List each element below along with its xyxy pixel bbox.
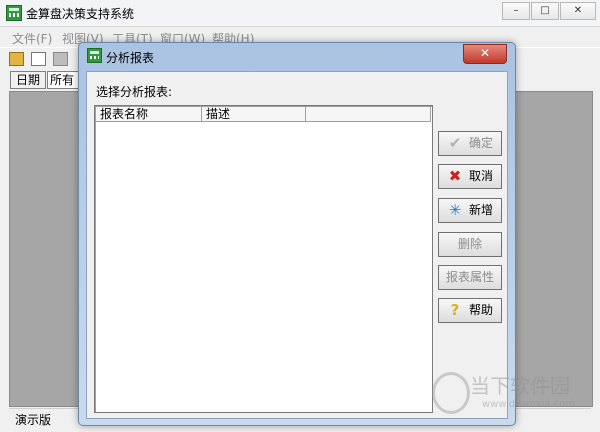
cancel-button-label: 取消 [468,169,493,183]
status-text: 演示版 [15,413,52,427]
new-button-label: 新增 [468,203,493,217]
main-title-bar: 金算盘决策支持系统 – □ ✕ [0,0,600,27]
checkmark-icon: ✔ [448,134,462,152]
watermark-url: www.downxia.com [482,399,576,410]
watermark-logo-icon [432,372,470,414]
open-folder-icon[interactable] [9,52,24,66]
watermark-text: 当下软件园 [470,374,570,398]
report-properties-button[interactable]: 报表属性 [438,265,502,290]
minimize-button[interactable]: – [502,2,530,20]
ok-button-label: 确定 [468,136,493,150]
new-report-icon: ✳ [448,201,462,219]
column-header-empty[interactable] [306,107,431,122]
window-title: 金算盘决策支持系统 [26,7,135,21]
analysis-report-dialog: 分析报表 ✕ 选择分析报表: 报表名称 描述 ✔ 确定 ✖ 取消 ✳ 新增 删除… [78,42,516,426]
column-header-description[interactable]: 描述 [202,107,306,122]
new-document-icon[interactable] [31,52,46,66]
dialog-client-area: 选择分析报表: 报表名称 描述 ✔ 确定 ✖ 取消 ✳ 新增 删除 报表属性 ?… [86,71,508,419]
dialog-title: 分析报表 [106,51,155,65]
date-filter-select[interactable]: 所有 [47,71,81,89]
maximize-button[interactable]: □ [531,2,559,20]
cancel-button[interactable]: ✖ 取消 [438,164,502,189]
delete-button[interactable]: 删除 [438,232,502,257]
help-button[interactable]: ? 帮助 [438,298,502,323]
report-list[interactable]: 报表名称 描述 [94,105,433,413]
new-button[interactable]: ✳ 新增 [438,198,502,223]
column-header-report-name[interactable]: 报表名称 [96,107,202,122]
red-x-icon: ✖ [448,167,462,185]
ok-button[interactable]: ✔ 确定 [438,131,502,156]
print-icon[interactable] [53,52,68,66]
select-report-label: 选择分析报表: [96,85,173,99]
close-button[interactable]: ✕ [560,2,596,20]
question-mark-icon: ? [450,301,460,319]
help-button-label: 帮助 [468,303,493,317]
date-filter-label: 日期 [10,71,46,89]
watermark: 当下软件园 www.downxia.com [432,370,582,416]
report-properties-label: 报表属性 [445,270,494,284]
app-icon [6,5,22,21]
menu-file[interactable]: 文件(F) [12,30,52,47]
dialog-app-icon [87,48,102,63]
dialog-close-button[interactable]: ✕ [463,44,507,64]
delete-button-label: 删除 [457,237,482,251]
